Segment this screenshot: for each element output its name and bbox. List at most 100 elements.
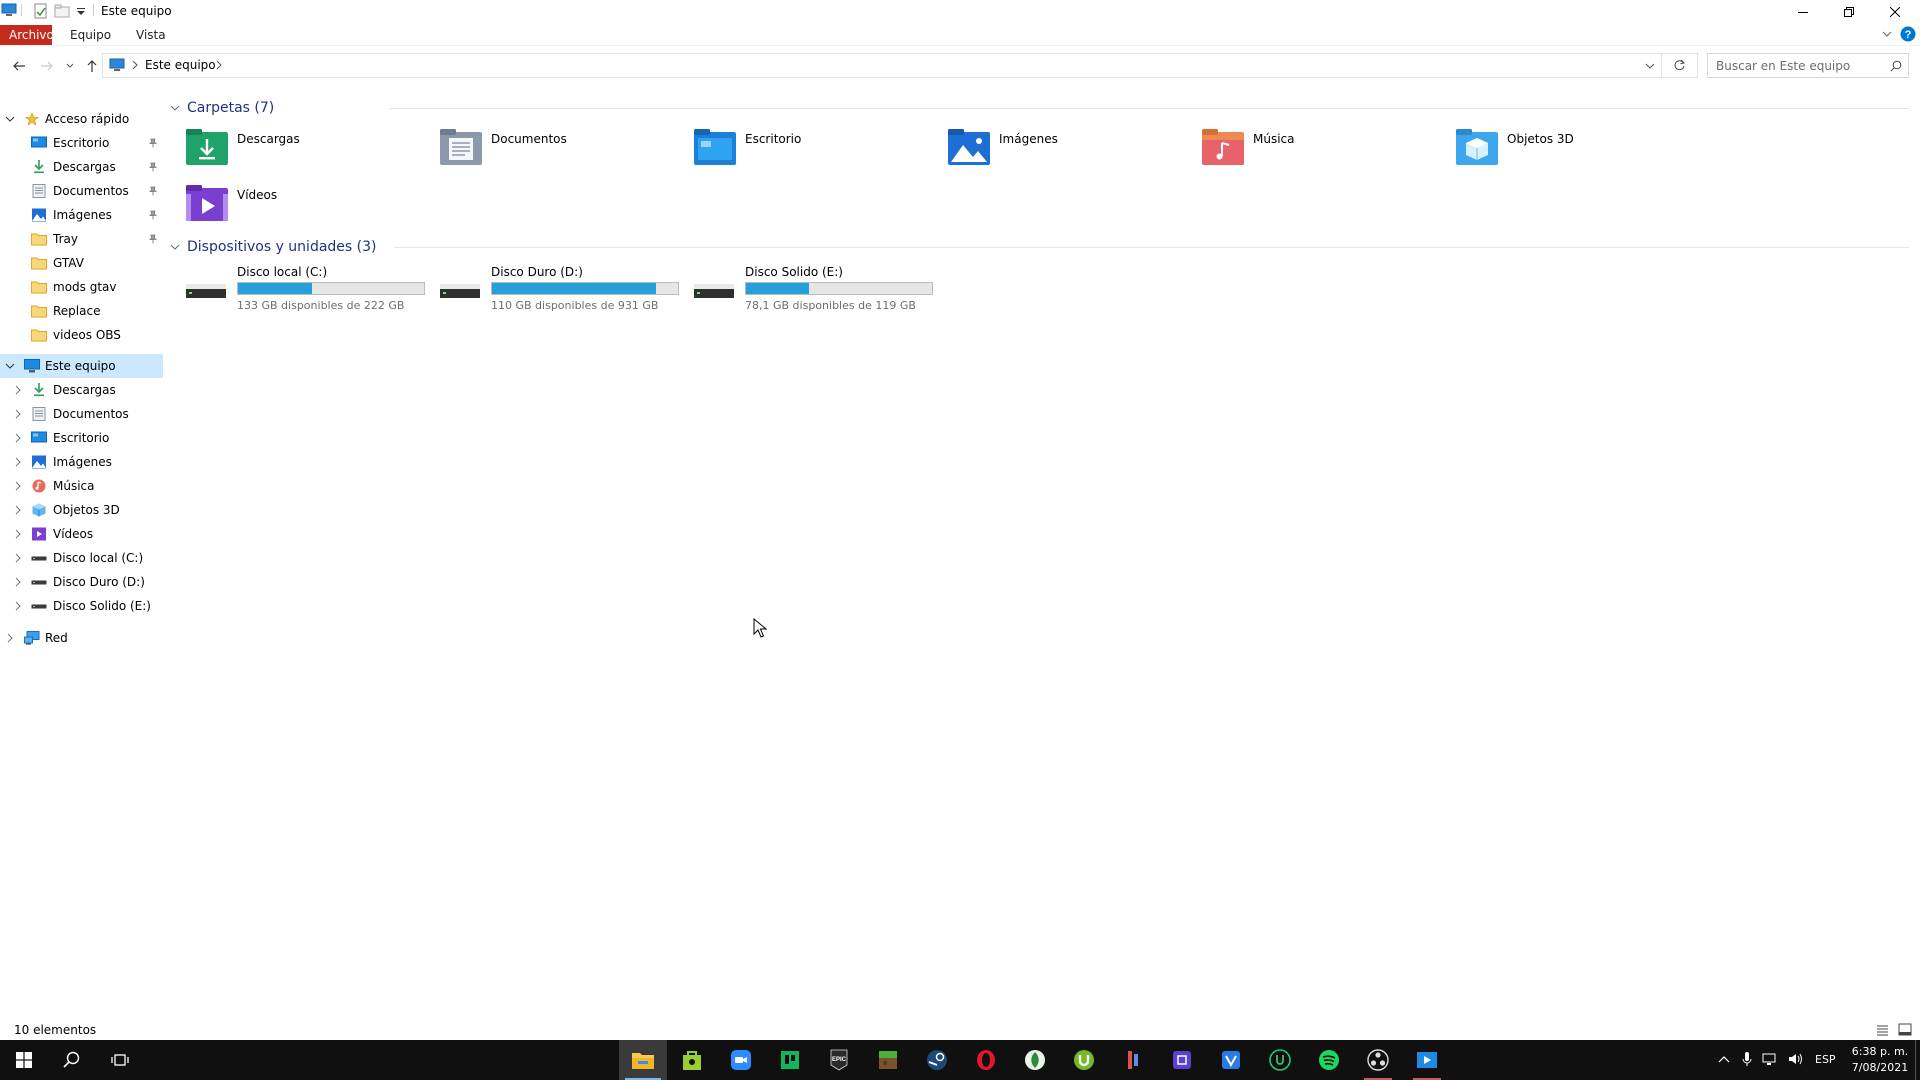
nav-network[interactable]: Red	[0, 626, 163, 650]
nav-pc-documentos[interactable]: Documentos	[0, 402, 163, 426]
folder-tile-imagenes[interactable]: Imágenes	[927, 124, 1177, 176]
task-view-button[interactable]	[96, 1040, 144, 1080]
nav-qa-descargas[interactable]: Descargas	[0, 155, 163, 179]
close-button[interactable]	[1872, 0, 1918, 23]
chevron-right-icon[interactable]	[13, 505, 23, 515]
tab-archivo[interactable]: Archivo	[0, 25, 54, 45]
taskbar-steam[interactable]	[913, 1040, 961, 1080]
chevron-down-icon[interactable]	[5, 361, 15, 371]
clock[interactable]: 6:38 p. m. 7/08/2021	[1850, 1044, 1910, 1076]
address-bar[interactable]: Este equipo	[102, 53, 1698, 78]
chevron-right-icon[interactable]	[13, 457, 23, 467]
search-input[interactable]: Buscar en Este equipo	[1707, 53, 1909, 78]
taskbar-u-app[interactable]	[1256, 1040, 1304, 1080]
chevron-right-icon[interactable]	[13, 385, 23, 395]
back-icon[interactable]	[12, 59, 26, 73]
chevron-right-icon[interactable]	[13, 601, 23, 611]
nav-qa-gtav[interactable]: GTAV	[0, 251, 163, 275]
taskbar-minecraft[interactable]	[864, 1040, 912, 1080]
properties-icon[interactable]	[33, 3, 49, 19]
nav-qa-escritorio[interactable]: Escritorio	[0, 131, 163, 155]
nav-pc-disco-e[interactable]: Disco Solido (E:)	[0, 594, 163, 618]
nav-quick-access[interactable]: Acceso rápido	[0, 107, 163, 131]
taskbar-opera[interactable]	[962, 1040, 1010, 1080]
pin-icon[interactable]	[148, 138, 158, 148]
search-icon[interactable]	[1890, 60, 1902, 72]
taskbar-green-app[interactable]	[766, 1040, 814, 1080]
chevron-right-icon[interactable]	[13, 409, 23, 419]
large-icons-view-icon[interactable]	[1898, 1023, 1912, 1036]
devices-group-header[interactable]: Dispositivos y unidades (3)	[169, 237, 1909, 257]
nav-qa-tray[interactable]: Tray	[0, 227, 163, 251]
search-button[interactable]	[48, 1040, 96, 1080]
restore-button[interactable]	[1826, 0, 1872, 23]
taskbar-green-leaf-app[interactable]	[1011, 1040, 1059, 1080]
nav-pc-disco-d[interactable]: Disco Duro (D:)	[0, 570, 163, 594]
expand-ribbon-icon[interactable]	[1882, 29, 1892, 39]
microphone-icon[interactable]	[1742, 1051, 1752, 1067]
start-button[interactable]	[0, 1040, 48, 1080]
drive-tile[interactable]: Disco local (C:) 133 GB disponibles de 2…	[165, 264, 425, 314]
taskbar-video-editor[interactable]	[1403, 1040, 1451, 1080]
chevron-right-icon[interactable]	[5, 633, 15, 643]
taskbar-utorrent[interactable]	[1060, 1040, 1108, 1080]
nav-this-pc[interactable]: Este equipo	[0, 354, 163, 378]
folder-tile-descargas[interactable]: Descargas	[165, 124, 415, 176]
help-icon[interactable]: ?	[1900, 26, 1916, 42]
tab-equipo[interactable]: Equipo	[62, 25, 119, 45]
nav-qa-documentos[interactable]: Documentos	[0, 179, 163, 203]
language-indicator[interactable]: ESP	[1815, 1053, 1836, 1066]
nav-pc-videos[interactable]: Vídeos	[0, 522, 163, 546]
breadcrumb-chevron-icon[interactable]	[215, 60, 223, 70]
taskbar-media-app[interactable]	[1109, 1040, 1157, 1080]
nav-qa-videos-obs[interactable]: videos OBS	[0, 323, 163, 347]
recent-locations-icon[interactable]	[66, 62, 74, 70]
folders-group-header[interactable]: Carpetas (7)	[169, 98, 1909, 118]
chevron-right-icon[interactable]	[13, 577, 23, 587]
taskbar-vpn[interactable]	[1207, 1040, 1255, 1080]
drive-tile[interactable]: Disco Duro (D:) 110 GB disponibles de 93…	[419, 264, 679, 314]
pin-icon[interactable]	[148, 234, 158, 244]
show-desktop-button[interactable]	[1915, 1040, 1916, 1080]
nav-pc-imagenes[interactable]: Imágenes	[0, 450, 163, 474]
nav-pc-musica[interactable]: Música	[0, 474, 163, 498]
nav-qa-replace[interactable]: Replace	[0, 299, 163, 323]
folder-tile-documentos[interactable]: Documentos	[419, 124, 669, 176]
address-dropdown-icon[interactable]	[1645, 61, 1655, 71]
chevron-right-icon[interactable]	[13, 433, 23, 443]
chevron-right-icon[interactable]	[13, 553, 23, 563]
pin-icon[interactable]	[148, 210, 158, 220]
drive-tile[interactable]: Disco Solido (E:) 78,1 GB disponibles de…	[673, 264, 933, 314]
folder-tile-escritorio[interactable]: Escritorio	[673, 124, 923, 176]
nav-pc-escritorio[interactable]: Escritorio	[0, 426, 163, 450]
nav-pc-descargas[interactable]: Descargas	[0, 378, 163, 402]
volume-icon[interactable]	[1788, 1052, 1804, 1066]
customize-qa-icon[interactable]	[76, 3, 86, 19]
breadcrumb-item[interactable]: Este equipo	[145, 58, 216, 72]
nav-qa-mods-gtav[interactable]: mods gtav	[0, 275, 163, 299]
nav-qa-imagenes[interactable]: Imágenes	[0, 203, 163, 227]
new-folder-icon[interactable]	[54, 3, 70, 19]
taskbar-file-explorer[interactable]	[619, 1040, 667, 1080]
up-icon[interactable]	[85, 59, 99, 73]
details-view-icon[interactable]	[1876, 1024, 1889, 1036]
taskbar-spotify[interactable]	[1305, 1040, 1353, 1080]
show-hidden-icons-icon[interactable]	[1718, 1054, 1730, 1064]
pin-icon[interactable]	[148, 186, 158, 196]
taskbar-zoom[interactable]	[717, 1040, 765, 1080]
chevron-down-icon[interactable]	[169, 241, 181, 253]
chevron-right-icon[interactable]	[13, 481, 23, 491]
folder-tile-videos[interactable]: Vídeos	[165, 180, 415, 232]
pin-icon[interactable]	[148, 162, 158, 172]
chevron-right-icon[interactable]	[13, 529, 23, 539]
network-status-icon[interactable]	[1762, 1052, 1778, 1066]
nav-pc-objetos-3d[interactable]: Objetos 3D	[0, 498, 163, 522]
chevron-down-icon[interactable]	[169, 102, 181, 114]
refresh-icon[interactable]	[1673, 59, 1686, 72]
taskbar-epic-games[interactable]: EPIC	[815, 1040, 863, 1080]
taskbar-obs[interactable]	[1354, 1040, 1402, 1080]
breadcrumb-chevron-icon[interactable]	[131, 60, 139, 70]
folder-tile-objetos-3d[interactable]: Objetos 3D	[1435, 124, 1685, 176]
nav-pc-disco-c[interactable]: Disco local (C:)	[0, 546, 163, 570]
minimize-button[interactable]	[1780, 0, 1826, 23]
